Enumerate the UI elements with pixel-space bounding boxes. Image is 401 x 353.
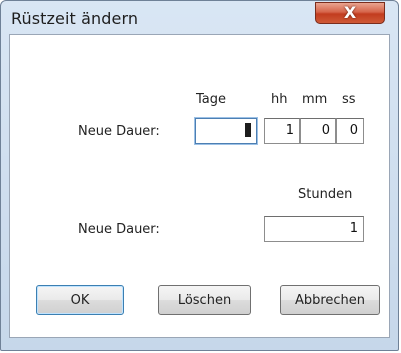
close-icon: X [343, 3, 357, 22]
hours-input[interactable]: 1 [264, 118, 300, 144]
hours-value: 1 [285, 123, 294, 138]
header-minutes: mm [302, 92, 328, 107]
duration-hours-label: Neue Dauer: [78, 222, 160, 237]
clear-button-label: Löschen [177, 292, 232, 308]
hours-total-value: 1 [349, 221, 358, 236]
cancel-button-label: Abbrechen [294, 292, 366, 308]
text-caret [245, 123, 251, 137]
close-button[interactable]: X [315, 2, 385, 24]
minutes-value: 0 [321, 123, 330, 138]
header-seconds: ss [342, 92, 356, 107]
ok-button-label: OK [70, 292, 90, 308]
header-hours: hh [271, 92, 288, 107]
minutes-input[interactable]: 0 [300, 118, 336, 144]
header-days: Tage [196, 92, 227, 107]
seconds-value: 0 [349, 123, 358, 138]
dialog-window: Rüstzeit ändern X Tage hh mm ss Neue Dau… [0, 0, 399, 351]
ok-button[interactable]: OK [36, 285, 124, 315]
duration-dhms-label: Neue Dauer: [78, 124, 160, 139]
dialog-content: Tage hh mm ss Neue Dauer: 1 0 0 Stunden … [9, 34, 390, 338]
title-bar[interactable]: Rüstzeit ändern X [1, 1, 398, 33]
clear-button[interactable]: Löschen [158, 285, 251, 315]
cancel-button[interactable]: Abbrechen [280, 285, 380, 315]
seconds-input[interactable]: 0 [336, 118, 364, 144]
header-stunden: Stunden [298, 187, 353, 202]
days-input[interactable] [194, 117, 258, 145]
window-title: Rüstzeit ändern [11, 9, 139, 28]
hours-total-input[interactable]: 1 [264, 216, 364, 242]
